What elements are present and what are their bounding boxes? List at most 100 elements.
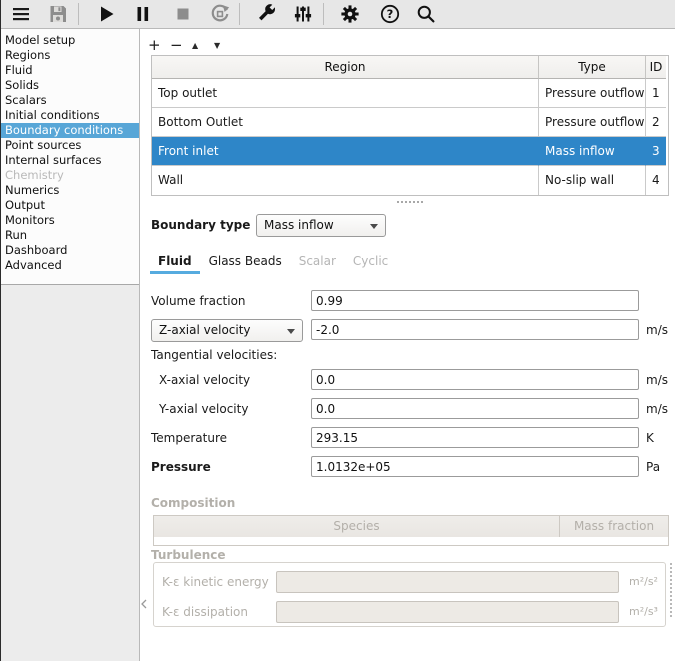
- sliders-icon: [292, 3, 314, 25]
- z-velocity-unit: m/s: [646, 323, 668, 337]
- move-up-button[interactable]: ▲: [192, 36, 214, 54]
- col-header-type: Type: [539, 56, 646, 79]
- help-icon: ?: [379, 3, 401, 25]
- temperature-unit: K: [646, 431, 654, 445]
- sidebar-item-regions[interactable]: Regions: [1, 48, 139, 63]
- toolbar-separator: [78, 3, 79, 25]
- gear-icon: [339, 3, 361, 25]
- col-header-region: Region: [152, 56, 539, 79]
- temperature-input[interactable]: [311, 427, 639, 448]
- sidebar-panel: Model setup Regions Fluid Solids Scalars…: [1, 29, 140, 661]
- add-region-button[interactable]: +: [148, 36, 170, 54]
- toolbar-separator: [239, 3, 240, 25]
- pressure-unit: Pa: [646, 460, 660, 474]
- parameters-button[interactable]: [290, 2, 316, 26]
- table-row[interactable]: Bottom Outlet Pressure outflow 2: [152, 108, 668, 137]
- tab-fluid[interactable]: Fluid: [150, 251, 200, 274]
- y-velocity-input[interactable]: [311, 398, 639, 419]
- save-button[interactable]: [45, 2, 71, 26]
- main-toolbar: ?: [1, 0, 675, 29]
- col-header-id: ID: [646, 56, 666, 79]
- tab-scalar: Scalar: [291, 251, 344, 274]
- turbulence-group-title: Turbulence: [151, 548, 226, 562]
- settings-button[interactable]: [337, 2, 363, 26]
- help-button[interactable]: ?: [377, 2, 403, 26]
- cell-type[interactable]: No-slip wall: [539, 166, 646, 195]
- axial-velocity-option: Z-axial velocity: [159, 323, 251, 337]
- sidebar-item-dashboard[interactable]: Dashboard: [1, 243, 139, 258]
- sidebar-item-model-setup[interactable]: Model setup: [1, 33, 139, 48]
- sidebar-item-solids[interactable]: Solids: [1, 78, 139, 93]
- cell-region[interactable]: Bottom Outlet: [152, 108, 539, 137]
- tab-glass-beads[interactable]: Glass Beads: [201, 251, 290, 274]
- reset-button[interactable]: [207, 2, 233, 26]
- volume-fraction-label: Volume fraction: [151, 294, 246, 308]
- stop-icon: [172, 3, 194, 25]
- table-header-row: Region Type ID: [152, 56, 668, 79]
- sidebar-item-fluid[interactable]: Fluid: [1, 63, 139, 78]
- cell-region[interactable]: Top outlet: [152, 79, 539, 108]
- table-row-selected[interactable]: Front inlet Mass inflow 3: [152, 137, 668, 166]
- region-table: Region Type ID Top outlet Pressure outfl…: [151, 55, 669, 196]
- navigation-list: Model setup Regions Fluid Solids Scalars…: [1, 29, 139, 285]
- composition-group-title: Composition: [151, 496, 235, 510]
- sidebar-item-initial-conditions[interactable]: Initial conditions: [1, 108, 139, 123]
- cell-type[interactable]: Mass inflow: [539, 137, 646, 166]
- sidebar-item-run[interactable]: Run: [1, 228, 139, 243]
- cell-id[interactable]: 2: [646, 108, 666, 137]
- x-velocity-input[interactable]: [311, 369, 639, 390]
- axial-velocity-select[interactable]: Z-axial velocity: [151, 319, 303, 342]
- cell-id[interactable]: 3: [646, 137, 666, 166]
- toolbar-separator: [323, 3, 324, 25]
- col-header-species: Species: [154, 516, 560, 537]
- sidebar-item-advanced[interactable]: Advanced: [1, 258, 139, 273]
- build-button[interactable]: [253, 2, 279, 26]
- ke-kinetic-energy-unit: m²/s²: [629, 575, 658, 588]
- sidebar-item-scalars[interactable]: Scalars: [1, 93, 139, 108]
- run-button[interactable]: [93, 2, 119, 26]
- pause-button[interactable]: [130, 2, 156, 26]
- pause-icon: [132, 3, 154, 25]
- cell-id[interactable]: 1: [646, 79, 666, 108]
- table-row[interactable]: Wall No-slip wall 4: [152, 166, 668, 195]
- remove-region-button[interactable]: −: [170, 36, 192, 54]
- y-velocity-unit: m/s: [646, 402, 668, 416]
- z-velocity-input[interactable]: [311, 319, 639, 340]
- sidebar-splitter-collapse[interactable]: [140, 598, 148, 610]
- cell-region[interactable]: Front inlet: [152, 137, 539, 166]
- x-velocity-unit: m/s: [646, 373, 668, 387]
- move-down-button[interactable]: ▼: [214, 36, 236, 54]
- composition-table-body: [154, 537, 668, 545]
- boundary-conditions-pane: + − ▲ ▼ Region Type ID Top outlet Pressu…: [140, 29, 675, 661]
- sidebar-item-output[interactable]: Output: [1, 198, 139, 213]
- cell-region[interactable]: Wall: [152, 166, 539, 195]
- table-splitter-handle[interactable]: [397, 201, 423, 203]
- cell-type[interactable]: Pressure outflow: [539, 108, 646, 137]
- x-velocity-label: X-axial velocity: [159, 373, 250, 387]
- boundary-type-label: Boundary type: [151, 218, 250, 232]
- composition-table: Species Mass fraction: [153, 515, 669, 546]
- cell-id[interactable]: 4: [646, 166, 666, 195]
- pressure-input[interactable]: [311, 456, 639, 477]
- stop-button[interactable]: [170, 2, 196, 26]
- main-splitter-handle[interactable]: [670, 563, 672, 617]
- boundary-type-select[interactable]: Mass inflow: [256, 214, 386, 237]
- temperature-label: Temperature: [151, 431, 227, 445]
- search-icon: [415, 3, 437, 25]
- pressure-label: Pressure: [151, 460, 211, 474]
- chevron-down-icon: [370, 224, 378, 229]
- play-icon: [95, 3, 117, 25]
- sidebar-item-monitors[interactable]: Monitors: [1, 213, 139, 228]
- menu-button[interactable]: [8, 2, 34, 26]
- sidebar-item-internal-surfaces[interactable]: Internal surfaces: [1, 153, 139, 168]
- sidebar-item-boundary-conditions[interactable]: Boundary conditions: [1, 123, 139, 138]
- table-row[interactable]: Top outlet Pressure outflow 1: [152, 79, 668, 108]
- ke-dissipation-input: [276, 601, 619, 623]
- sidebar-item-numerics[interactable]: Numerics: [1, 183, 139, 198]
- ke-kinetic-energy-label: K-ε kinetic energy: [162, 575, 269, 589]
- volume-fraction-input[interactable]: [311, 290, 639, 311]
- cell-type[interactable]: Pressure outflow: [539, 79, 646, 108]
- search-button[interactable]: [413, 2, 439, 26]
- ke-dissipation-unit: m²/s³: [629, 605, 658, 618]
- sidebar-item-point-sources[interactable]: Point sources: [1, 138, 139, 153]
